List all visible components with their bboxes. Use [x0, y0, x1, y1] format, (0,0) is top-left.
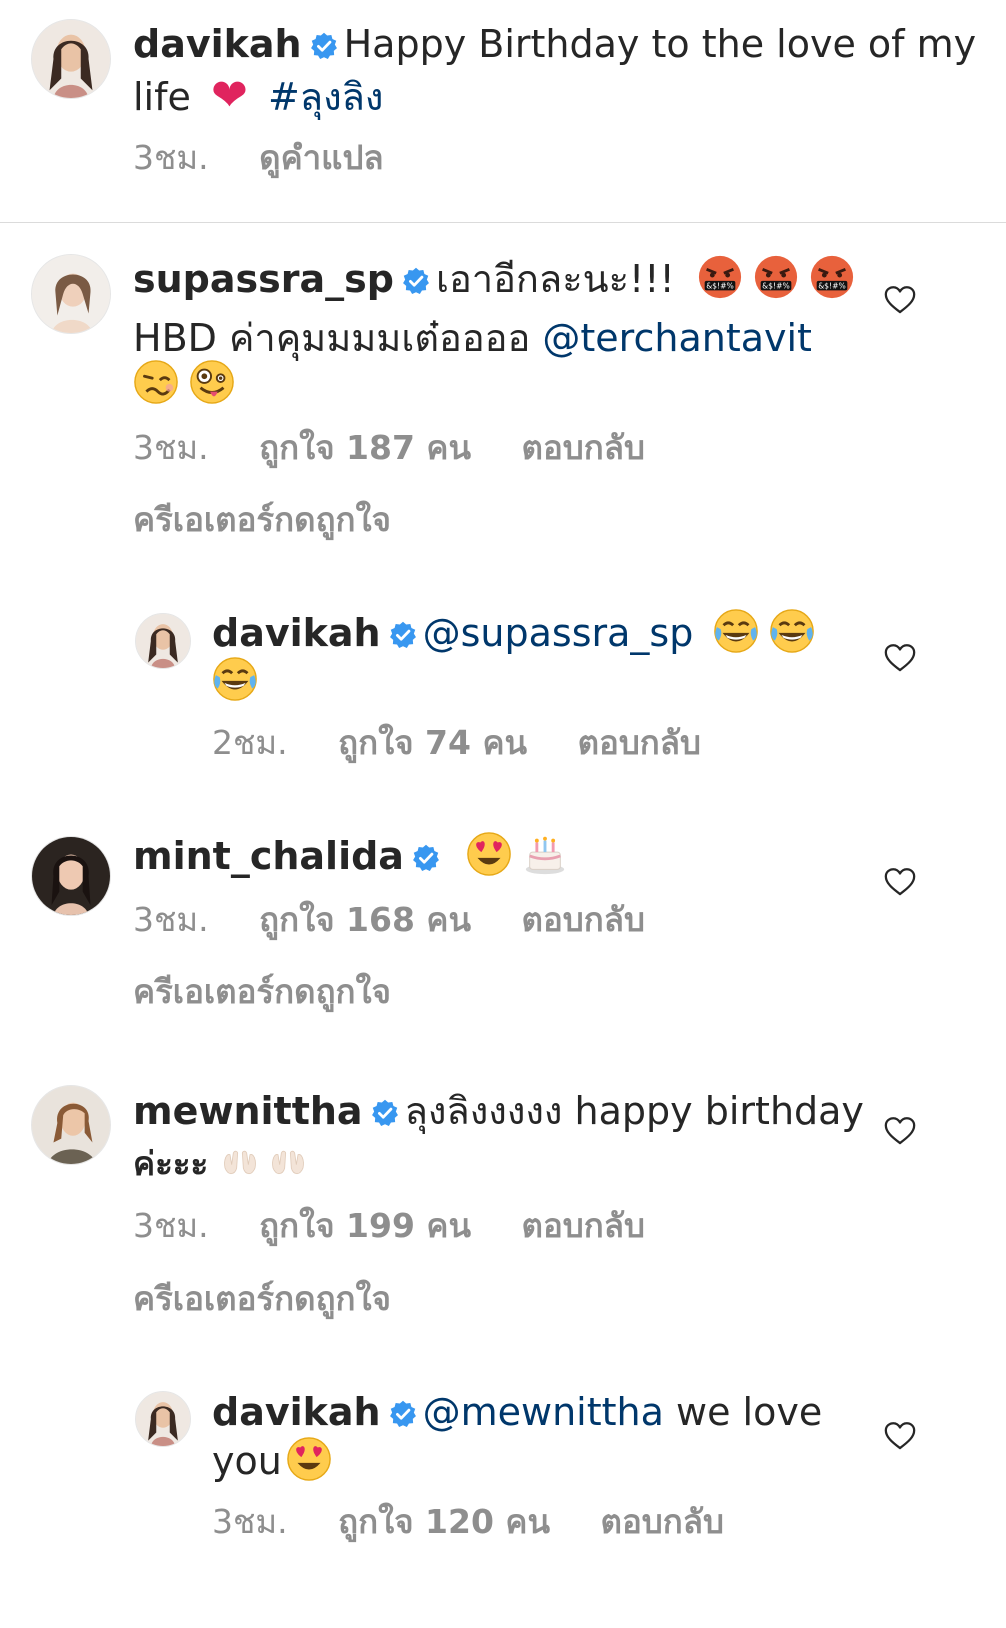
like-heart-icon[interactable] [883, 1419, 917, 1453]
woozy-face-emoji [133, 359, 179, 405]
comment-username[interactable]: mewnittha [133, 1089, 363, 1133]
reply-time: 2ชม. [212, 723, 288, 762]
verified-icon [402, 267, 430, 295]
angry-face-symbols-emoji: &$!#% [754, 255, 797, 299]
svg-text:&$!#%: &$!#% [762, 282, 790, 291]
avatar-image [32, 1086, 110, 1164]
reply-button[interactable]: ตอบกลับ [522, 900, 645, 939]
avatar-davikah[interactable] [135, 1391, 191, 1447]
verified-icon [371, 1099, 399, 1127]
creator-liked-label: ครีเอเตอร์กดถูกใจ [133, 500, 391, 539]
avatar-image [32, 837, 110, 915]
svg-text:&$!#%: &$!#% [706, 282, 734, 291]
comment-time: 3ชม. [133, 900, 209, 939]
avatar-davikah[interactable] [135, 613, 191, 669]
caption-hashtag[interactable]: #ลุงลิง [268, 75, 384, 119]
like-heart-icon[interactable] [883, 283, 917, 317]
heart-eyes-emoji [466, 831, 512, 877]
avatar-image [32, 255, 110, 333]
reply-button[interactable]: ตอบกลับ [578, 723, 701, 762]
reply-text-line2: you [212, 1439, 282, 1483]
comment-username[interactable]: mint_chalida [133, 834, 404, 878]
avatar-supassra-sp[interactable] [31, 254, 111, 334]
like-heart-icon[interactable] [883, 641, 917, 675]
reply-likes-count[interactable]: ถูกใจ 74 คน [338, 723, 527, 762]
comment-time: 3ชม. [133, 1206, 209, 1245]
svg-text:&$!#%: &$!#% [818, 282, 846, 291]
comment-text: เอาอีกละนะ!!! [435, 257, 675, 301]
reply-button[interactable]: ตอบกลับ [522, 1206, 645, 1245]
caption-time: 3ชม. [133, 138, 209, 177]
reply-username[interactable]: davikah [212, 611, 381, 655]
avatar-davikah[interactable] [31, 19, 111, 99]
avatar-image [32, 20, 110, 98]
verified-icon [412, 844, 440, 872]
comment-time: 3ชม. [133, 428, 209, 467]
birthday-cake-emoji [525, 836, 565, 875]
avatar-image [136, 614, 190, 668]
heart-eyes-emoji [286, 1436, 332, 1482]
caption-username[interactable]: davikah [133, 22, 302, 66]
caption-text: Happy Birthday to the love of my [343, 22, 977, 66]
reply-likes-count[interactable]: ถูกใจ 120 คน [338, 1502, 550, 1541]
avatar-mint-chalida[interactable] [31, 836, 111, 916]
verified-icon [389, 1400, 417, 1428]
comment-likes-count[interactable]: ถูกใจ 187 คน [259, 428, 471, 467]
caption-text-line2: life [133, 75, 191, 119]
creator-liked-label: ครีเอเตอร์กดถูกใจ [133, 972, 391, 1011]
angry-face-symbols-emoji: &$!#% [698, 255, 741, 299]
avatar-image [136, 1392, 190, 1446]
comment-text: ลุงลิงงงงง happy birthday [404, 1089, 864, 1133]
zany-face-emoji [189, 359, 235, 405]
reply-mention[interactable]: @supassra_sp [423, 611, 694, 655]
comment-likes-count[interactable]: ถูกใจ 168 คน [259, 900, 471, 939]
reply-username[interactable]: davikah [212, 1390, 381, 1434]
verified-icon [389, 621, 417, 649]
tears-of-joy-emoji [769, 608, 815, 654]
red-heart-emoji: ❤ [210, 70, 248, 121]
reply-button[interactable]: ตอบกลับ [601, 1502, 724, 1541]
reply-mention[interactable]: @mewnittha [423, 1390, 664, 1434]
comment-text-line2: ค่ะะะ [133, 1144, 209, 1183]
comment-likes-count[interactable]: ถูกใจ 199 คน [259, 1206, 471, 1245]
angry-face-symbols-emoji: &$!#% [810, 255, 853, 299]
comment-text-line2: HBD ค่าคุมมมมเต๋ออออ [133, 316, 531, 360]
comment-username[interactable]: supassra_sp [133, 257, 394, 301]
reply-button[interactable]: ตอบกลับ [522, 428, 645, 467]
verified-icon [310, 32, 338, 60]
reply-time: 3ชม. [212, 1502, 288, 1541]
like-heart-icon[interactable] [883, 865, 917, 899]
creator-liked-label: ครีเอเตอร์กดถูกใจ [133, 1279, 391, 1318]
tears-of-joy-emoji [212, 656, 258, 702]
comment-mention[interactable]: @terchantavit [542, 316, 812, 360]
see-translation-button[interactable]: ดูคำแปล [259, 138, 383, 177]
like-heart-icon[interactable] [883, 1114, 917, 1148]
open-hands-emoji [271, 1150, 304, 1175]
tears-of-joy-emoji [713, 608, 759, 654]
reply-text: we love [676, 1390, 823, 1434]
open-hands-emoji [223, 1150, 256, 1175]
divider [0, 222, 1006, 223]
avatar-mewnittha[interactable] [31, 1085, 111, 1165]
